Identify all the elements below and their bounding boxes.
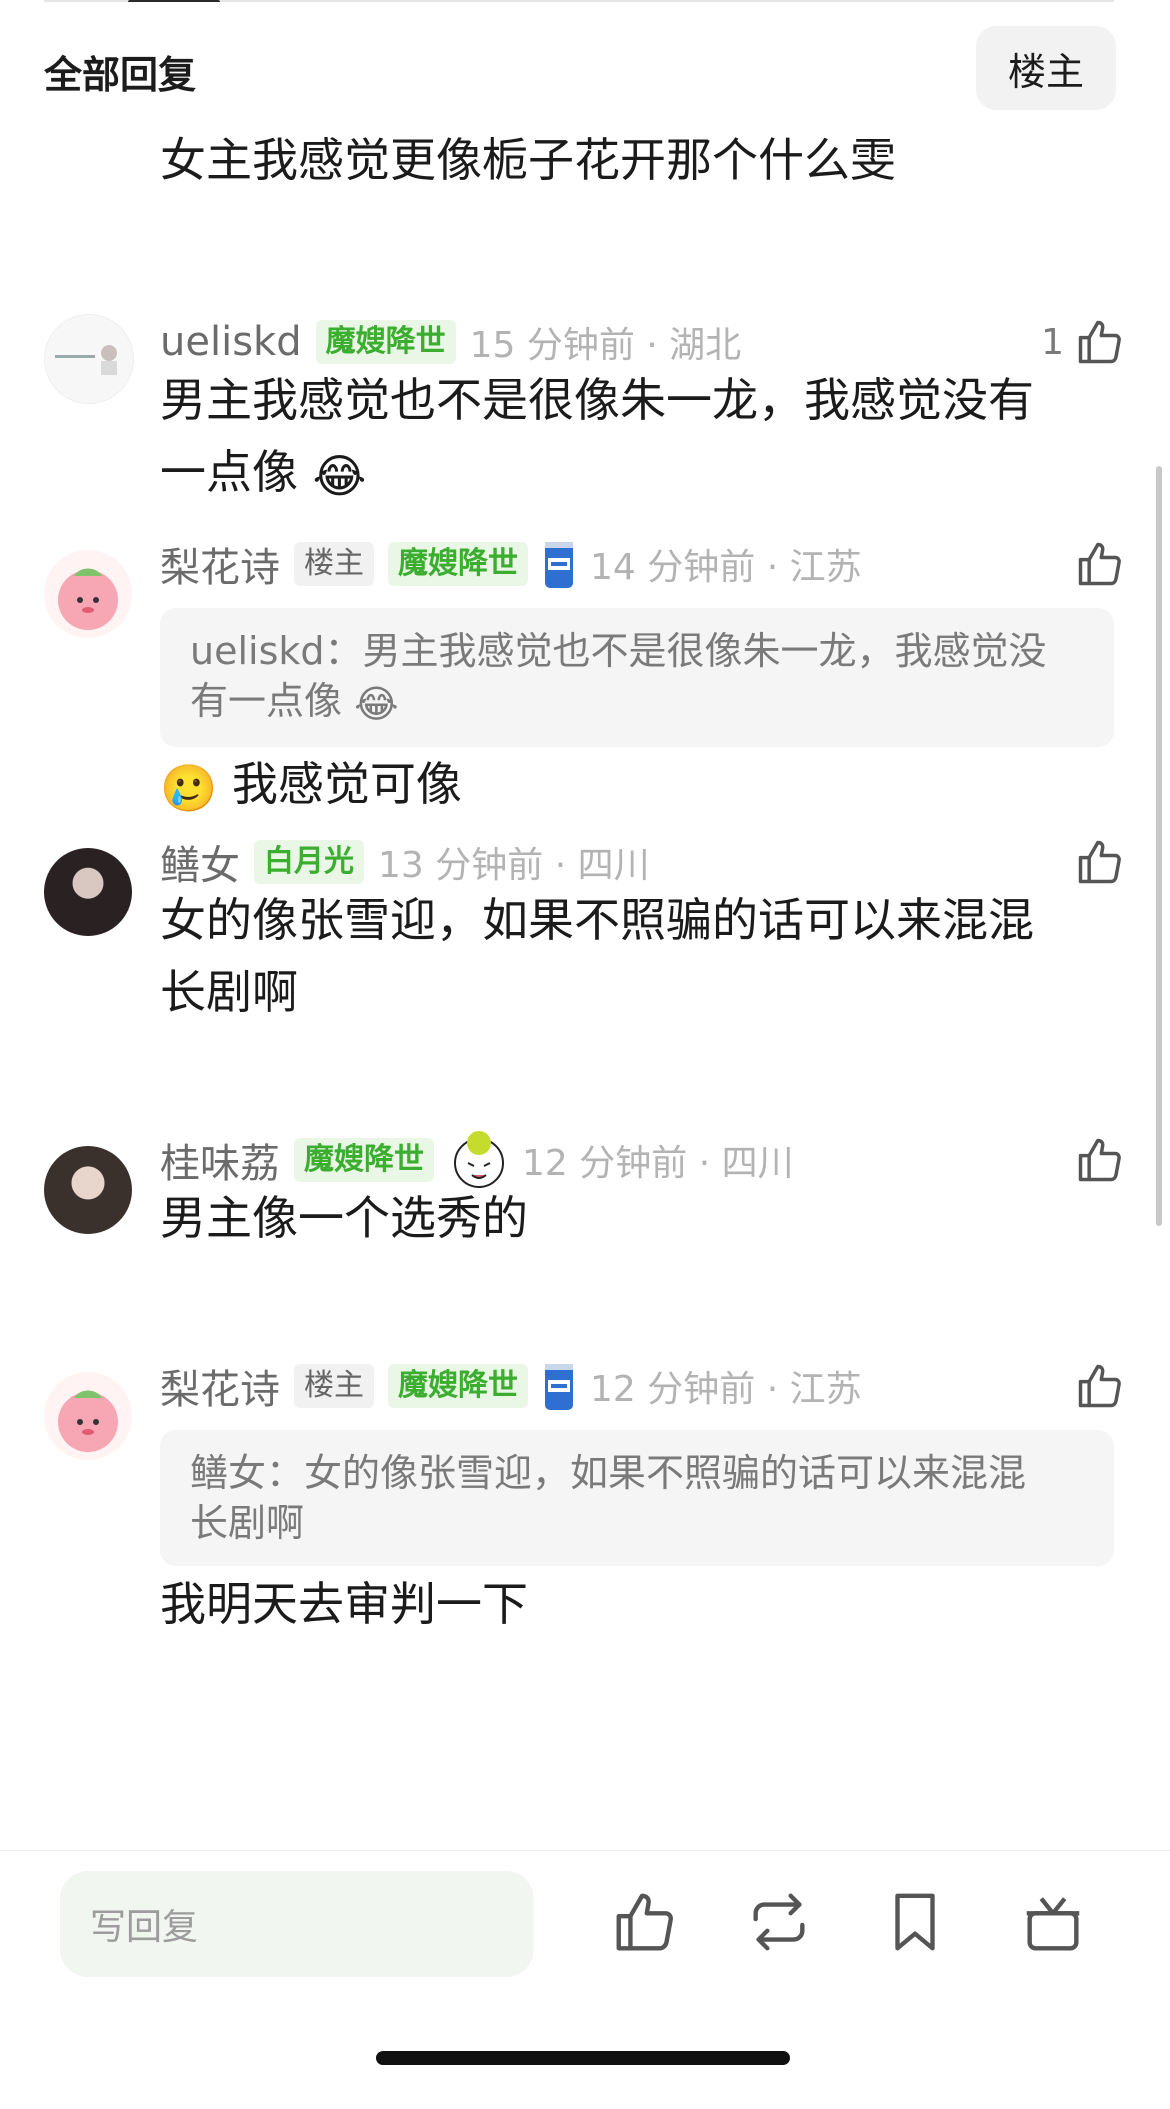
beer-can-icon: [545, 1364, 573, 1410]
thumbs-up-icon: [1078, 320, 1121, 364]
comment-meta: 鳝女 白月光 13 分钟前 · 四川: [160, 834, 650, 890]
laughing-tears-emoji: 😂: [354, 681, 399, 726]
username[interactable]: 鳝女: [160, 833, 240, 891]
comment-list[interactable]: 女主我感觉更像栀子花开那个什么雯 ueliskd 魔嫂降世 15 分钟前 · 湖…: [0, 118, 1170, 1850]
like-button[interactable]: [1074, 1360, 1126, 1412]
repost-icon[interactable]: [744, 1887, 814, 1957]
scrollbar[interactable]: [1156, 466, 1162, 1226]
timestamp-location: 14 分钟前 · 江苏: [590, 547, 862, 588]
avatar[interactable]: [44, 848, 132, 936]
like-button[interactable]: [1074, 1134, 1126, 1186]
quoted-reply[interactable]: ueliskd：男主我感觉也不是很像朱一龙，我感觉没 有一点像 😂: [160, 608, 1114, 747]
avatar[interactable]: [44, 1146, 132, 1234]
laughing-tears-emoji: 😂: [312, 448, 367, 503]
like-button[interactable]: [1074, 836, 1126, 888]
gift-icon[interactable]: [1018, 1887, 1088, 1957]
thumbs-up-icon: [1078, 542, 1121, 586]
page-title: 全部回复: [44, 53, 197, 97]
fan-badge: 魔嫂降世: [315, 320, 456, 364]
comment-meta: 梨花诗 楼主 魔嫂降世 12 分钟前 · 江苏: [160, 1358, 862, 1414]
owner-tag: 楼主: [294, 542, 374, 586]
username[interactable]: 梨花诗: [160, 1357, 280, 1415]
comment-text: 女主我感觉更像栀子花开那个什么雯: [160, 133, 896, 187]
avatar[interactable]: [44, 550, 132, 638]
like-button[interactable]: 1: [1041, 316, 1126, 368]
bottom-action-bar: 写回复: [0, 1850, 1170, 2109]
home-indicator: [376, 2051, 790, 2065]
comment-text: 男主我感觉也不是很像朱一龙，我感觉没有 一点像 😂: [160, 364, 1090, 512]
fan-badge: 白月光: [254, 840, 364, 884]
comment-text: 女的像张雪迎，如果不照骗的话可以来混混 长剧啊: [160, 893, 1034, 1019]
timestamp-location: 15 分钟前 · 湖北: [469, 325, 742, 366]
thumbs-up-icon[interactable]: [610, 1887, 680, 1957]
timestamp-location: 12 分钟前 · 江苏: [590, 1369, 862, 1410]
owner-tag: 楼主: [294, 1364, 374, 1408]
comment-text: 🥲 我感觉可像: [160, 748, 1090, 824]
comment-text: 我明天去审判一下: [160, 1577, 528, 1631]
fan-badge: 魔嫂降世: [388, 1364, 528, 1408]
avatar[interactable]: [44, 314, 134, 404]
holding-tears-emoji: 🥲: [160, 760, 218, 815]
thumbs-up-icon: [1078, 840, 1121, 884]
replies-header: 全部回复 楼主: [0, 2, 1170, 118]
username[interactable]: ueliskd: [160, 319, 302, 365]
comment-text: 男主像一个选秀的: [160, 1191, 528, 1245]
username[interactable]: 梨花诗: [160, 535, 280, 593]
beer-can-icon: [545, 542, 573, 588]
comment-meta: 梨花诗 楼主 魔嫂降世 14 分钟前 · 江苏: [160, 536, 862, 592]
comment-meta: 桂味荔 魔嫂降世 12 分钟前 · 四川: [160, 1131, 794, 1189]
thumbs-up-icon: [1078, 1364, 1121, 1408]
avatar[interactable]: [44, 1372, 132, 1460]
like-count: 1: [1041, 321, 1064, 363]
thumbs-up-icon: [1078, 1138, 1121, 1182]
quoted-reply[interactable]: 鳝女：女的像张雪迎，如果不照骗的话可以来混混 长剧啊: [160, 1430, 1114, 1566]
timestamp-location: 13 分钟前 · 四川: [378, 845, 650, 886]
like-button[interactable]: [1074, 538, 1126, 590]
list-item: 女主我感觉更像栀子花开那个什么雯: [0, 118, 1170, 252]
fan-badge: 魔嫂降世: [388, 542, 528, 586]
fan-badge: 魔嫂降世: [294, 1138, 434, 1182]
reply-input[interactable]: 写回复: [60, 1871, 534, 1977]
username[interactable]: 桂味荔: [160, 1131, 280, 1189]
comment-meta: ueliskd 魔嫂降世 15 分钟前 · 湖北: [160, 314, 741, 370]
owner-only-filter-button[interactable]: 楼主: [976, 26, 1116, 110]
timestamp-location: 12 分钟前 · 四川: [522, 1143, 794, 1184]
bookmark-icon[interactable]: [880, 1887, 950, 1957]
